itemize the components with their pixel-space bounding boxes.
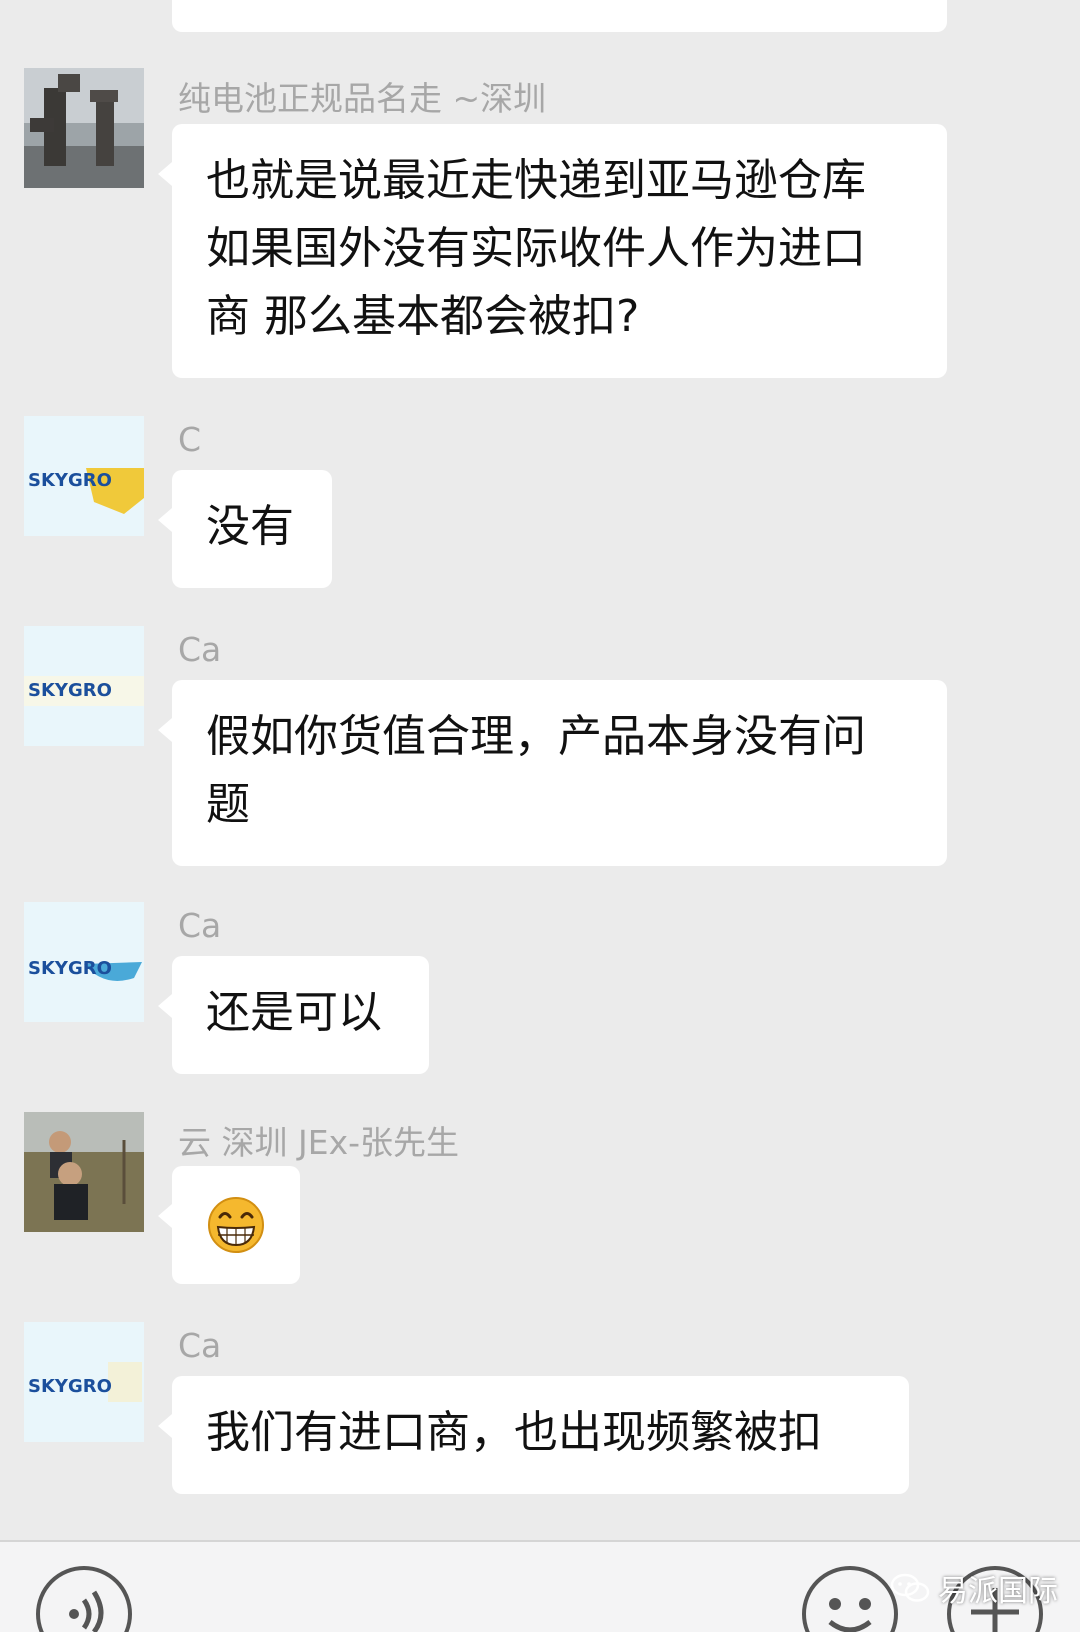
message-bubble[interactable]: 也就是说最近走快递到亚马逊仓库 如果国外没有实际收件人作为进口 商 那么基本都会… <box>158 124 947 378</box>
voice-icon[interactable] <box>34 1564 134 1632</box>
sender-name: Ca <box>178 1326 222 1365</box>
skygroup-logo-text: SKYGRO <box>28 1376 112 1397</box>
skygroup-logo-text: SKYGRO <box>28 958 112 979</box>
skygroup-logo-avatar: SKYGRO <box>24 902 144 1022</box>
avatar[interactable] <box>24 68 144 188</box>
avatar[interactable]: SKYGRO <box>24 902 144 1022</box>
avatar[interactable]: SKYGRO <box>24 1322 144 1442</box>
message-bubble[interactable]: 还是可以 <box>158 956 429 1074</box>
sender-name: Ca <box>178 906 222 945</box>
skygroup-logo-avatar: SKYGRO <box>24 626 144 746</box>
watermark: 易派国际 <box>890 1566 1058 1610</box>
stone-stack-photo-avatar <box>24 68 144 188</box>
watermark-text: 易派国际 <box>938 1574 1058 1609</box>
avatar[interactable]: SKYGRO <box>24 626 144 746</box>
skygroup-logo-text: SKYGRO <box>28 470 112 491</box>
skygroup-logo-avatar: SKYGRO <box>24 1322 144 1442</box>
chat-message-list[interactable]: 纯电池正规品名走 ~深圳 也就是说最近走快递到亚马逊仓库 如果国外没有实际收件人… <box>0 0 1080 1540</box>
avatar[interactable]: SKYGRO <box>24 416 144 536</box>
message-bubble[interactable] <box>158 1166 300 1284</box>
emoji-icon[interactable] <box>800 1564 900 1632</box>
wechat-icon <box>890 1573 930 1602</box>
avatar[interactable] <box>24 1112 144 1232</box>
grinning-face-emoji <box>208 1197 264 1253</box>
father-child-photo-avatar <box>24 1112 144 1232</box>
skygroup-logo-avatar: SKYGRO <box>24 416 144 536</box>
skygroup-logo-text: SKYGRO <box>28 680 112 701</box>
sender-name: Ca <box>178 630 222 669</box>
message-bubble[interactable]: 假如你货值合理，产品本身没有问 题 <box>158 680 947 866</box>
message-bubble[interactable]: 没有 <box>158 470 332 588</box>
message-bubble[interactable]: 我们有进口商，也出现频繁被扣 <box>158 1376 909 1494</box>
sender-name: 纯电池正规品名走 ~深圳 <box>178 79 547 118</box>
message-bubble-partial[interactable] <box>172 0 947 32</box>
sender-name: C <box>178 420 202 459</box>
sender-name: 云 深圳 JEx-张先生 <box>178 1123 459 1162</box>
